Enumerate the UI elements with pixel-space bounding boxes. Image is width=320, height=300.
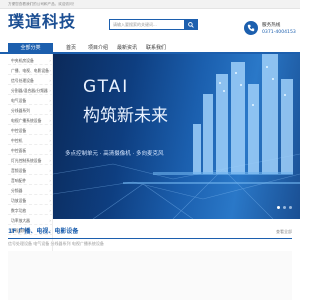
all-categories-button[interactable]: 全部分类 <box>8 43 53 54</box>
search-input[interactable] <box>110 20 184 29</box>
sidebar-item[interactable]: 功放设备 › <box>8 196 53 205</box>
nav-item-contact[interactable]: 联系我们 <box>146 43 166 54</box>
banner-tag: GTAI <box>83 77 130 97</box>
banner-title: 构筑新未来 <box>83 106 168 126</box>
slide-indicators <box>277 206 292 209</box>
welcome-text: 方便您查看我们的公司和产品，欢迎访问！ <box>8 2 77 6</box>
main-nav: 全部分类 首页 项目介绍 最新资讯 联系我们 <box>0 43 300 54</box>
sidebar-item[interactable]: 中控面板 › <box>8 146 53 155</box>
sidebar-item[interactable]: 音响配件 › <box>8 176 53 185</box>
sidebar-item[interactable]: 音频设备 › <box>8 166 53 175</box>
chevron-right-icon: › <box>49 108 51 113</box>
sidebar-item[interactable]: 分频器 › <box>8 186 53 195</box>
sidebar-item[interactable]: 分割器/混合器/分频器 › <box>8 86 53 95</box>
slide-dot[interactable] <box>277 206 280 209</box>
chevron-right-icon: › <box>49 58 51 63</box>
hero-banner[interactable]: GTAI 构筑新未来 多点控制单元 · 高清摄像机 · 多向麦克风 <box>53 54 300 219</box>
nav-item-projects[interactable]: 项目介绍 <box>88 43 108 54</box>
chevron-right-icon: › <box>49 178 51 183</box>
nav-item-news[interactable]: 最新资讯 <box>117 43 137 54</box>
phone-icon <box>244 21 258 35</box>
slide-dot[interactable] <box>283 206 286 209</box>
floor-section-header: 1F 广播、电视、电影设备 查看全部 <box>8 227 292 239</box>
chevron-right-icon: › <box>49 168 51 173</box>
nav-item-home[interactable]: 首页 <box>66 43 76 54</box>
chevron-right-icon: › <box>49 158 51 163</box>
chevron-right-icon: › <box>49 148 51 153</box>
section-title: 1F 广播、电视、电影设备 <box>8 228 79 235</box>
hotline-number: 0371-4004153 <box>262 30 296 35</box>
section-subcategories[interactable]: 信号处理设备 电气设备 分线器系列 电视广播系统设备 <box>8 241 104 247</box>
chevron-right-icon: › <box>49 98 51 103</box>
search-button[interactable] <box>184 20 197 29</box>
sidebar-item[interactable]: 分线器系列 › <box>8 106 53 115</box>
site-logo[interactable]: 璞道科技 <box>8 9 76 35</box>
banner-subtitle: 多点控制单元 · 高清摄像机 · 多向麦克风 <box>65 151 164 157</box>
chevron-right-icon: › <box>49 188 51 193</box>
chevron-right-icon: › <box>49 118 51 123</box>
chevron-right-icon: › <box>49 138 51 143</box>
chevron-right-icon: › <box>49 78 51 83</box>
chevron-right-icon: › <box>49 198 51 203</box>
category-sidebar: 中央机房设备 › 广播、电视、电影设备 › 信号处理设备 › 分割器/混合器/分频器 ›… <box>8 54 53 251</box>
top-bar: 方便您查看我们的公司和产品，欢迎访问！ <box>0 0 300 9</box>
search-box <box>109 19 198 30</box>
search-icon <box>187 21 194 28</box>
sidebar-item[interactable]: 中控设备 › <box>8 126 53 135</box>
chevron-right-icon: › <box>49 68 51 73</box>
chevron-right-icon: › <box>49 88 51 93</box>
sidebar-item[interactable]: 电视广播系统设备 › <box>8 116 53 125</box>
product-area <box>8 251 292 300</box>
sidebar-item[interactable]: 功率放大器 › <box>8 216 53 225</box>
chevron-right-icon: › <box>49 208 51 213</box>
sidebar-item[interactable]: 灯光控制系统设备 › <box>8 156 53 165</box>
sidebar-item[interactable]: 电气设备 › <box>8 96 53 105</box>
sidebar-item[interactable]: 信号处理设备 › <box>8 76 53 85</box>
hotline-label: 服务热线 <box>262 23 281 28</box>
view-more-link[interactable]: 查看全部 <box>276 229 292 235</box>
slide-dot[interactable] <box>289 206 292 209</box>
chevron-right-icon: › <box>49 128 51 133</box>
sidebar-item[interactable]: 中控机 › <box>8 136 53 145</box>
sidebar-item[interactable]: 数字功放 › <box>8 206 53 215</box>
sidebar-item[interactable]: 中央机房设备 › <box>8 56 53 65</box>
sidebar-item[interactable]: 广播、电视、电影设备 › <box>8 66 53 75</box>
chevron-right-icon: › <box>49 218 51 223</box>
